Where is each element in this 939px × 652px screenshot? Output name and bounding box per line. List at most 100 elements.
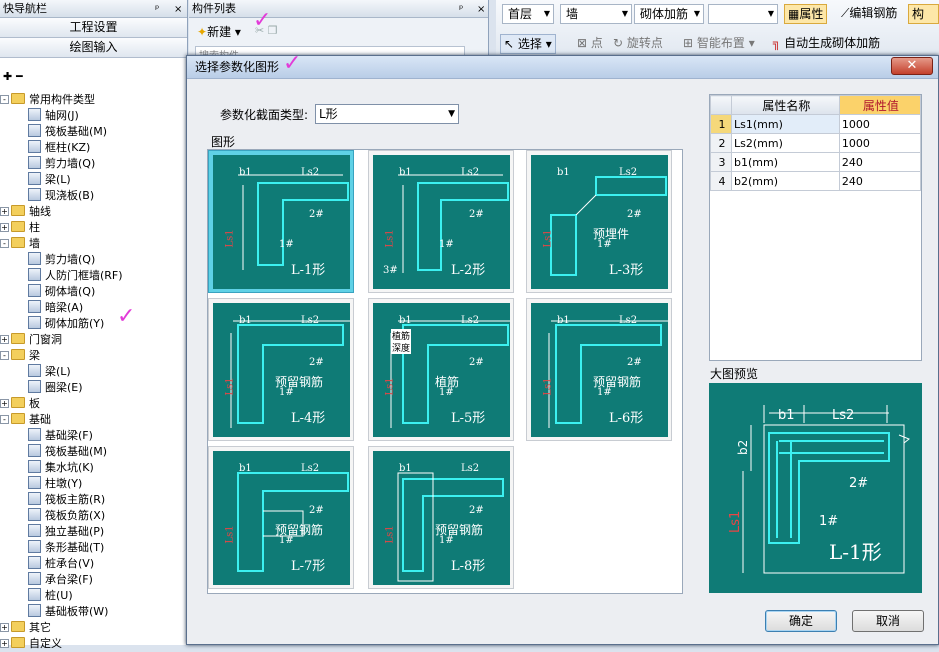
header-corner [710,95,732,115]
tree-item[interactable]: 筏板主筋(R) [28,492,105,508]
large-preview: b1 Ls2 b2 Ls1 2# 1# L-1形 [709,383,922,593]
section-type-select[interactable]: L形 ▼ [315,104,459,124]
point-button[interactable]: ⊠ 点 [574,34,606,54]
shape-thumbnail[interactable]: b1 Ls2 Ls1 1# 2# L-1形 [208,150,354,293]
tree-folder[interactable]: - 常用构件类型 [0,92,95,108]
close-icon[interactable]: × [477,1,485,19]
shape-thumbnail[interactable]: b1 Ls2 Ls1 1# 2# 植筋 L-5形 植筋 深度 [368,298,514,441]
project-settings-button[interactable]: 工程设置 [0,18,187,38]
tree-folder[interactable]: + 柱 [0,220,40,236]
tree-item[interactable]: 梁(L) [28,364,71,380]
select-label: 选择 [517,37,542,51]
tree-item[interactable]: 砌体加筋(Y) [28,316,104,332]
property-name-cell: Ls1(mm) [731,114,840,134]
property-row[interactable]: 1 Ls1(mm) 1000 [710,114,922,134]
shape-diagram [390,320,510,428]
property-value-cell[interactable]: 240 [838,152,922,172]
ok-button[interactable]: 确定 [765,610,837,632]
expand-collapse-icon[interactable]: ✚ ━ [3,70,23,83]
pin-icon[interactable]: ᵖ [459,1,463,19]
tree-folder[interactable]: -墙 [0,236,40,252]
property-row[interactable]: 4 b2(mm) 240 [710,171,922,191]
tree-folder[interactable]: -梁 [0,348,40,364]
shape-thumbnail[interactable]: b1 Ls2 Ls1 1# 2# 预留钢筋 L-7形 [208,446,354,589]
floor-select[interactable]: 首层 ▼ [502,4,554,24]
tree-item[interactable]: 框柱(KZ) [28,140,90,156]
component-icon [28,172,41,185]
property-value-cell[interactable]: 1000 [838,133,922,153]
expand-icon[interactable]: + [0,639,9,648]
collapse-icon[interactable]: - [0,95,9,104]
component-button[interactable]: 构 [908,4,939,24]
tree-folder[interactable]: + 自定义 [0,636,62,652]
tree-item[interactable]: 暗梁(A) [28,300,83,316]
tree-item[interactable]: 现浇板(B) [28,188,94,204]
property-value-cell[interactable]: 240 [838,171,922,191]
expand-icon[interactable]: + [0,207,9,216]
tree-item[interactable]: 集水坑(K) [28,460,94,476]
expand-icon[interactable]: + [0,623,9,632]
tree-item[interactable]: 基础板带(W) [28,604,108,620]
tree-label: 基础 [29,413,51,426]
tree-item[interactable]: 剪力墙(Q) [28,156,95,172]
tree-folder[interactable]: + 轴线 [0,204,51,220]
type-select[interactable]: 砌体加筋 ▼ [634,4,704,24]
tree-item[interactable]: 独立基础(P) [28,524,104,540]
rebar-label-1: 1# [279,239,294,250]
close-icon[interactable]: × [174,1,182,19]
new-component-button[interactable]: ✦新建 ▾ [197,22,241,42]
collapse-icon[interactable]: - [0,415,9,424]
tree-item[interactable]: 轴网(J) [28,108,79,124]
shape-drawing: b1 Ls2 Ls1 1# 2# 预留钢筋 L-6形 [531,303,668,437]
tree-item[interactable]: 砌体墙(Q) [28,284,95,300]
tree-item[interactable]: 梁(L) [28,172,71,188]
collapse-icon[interactable]: - [0,351,9,360]
tree-folder[interactable]: + 板 [0,396,40,412]
tree-item[interactable]: 筏板负筋(X) [28,508,105,524]
select-button[interactable]: ↖ 选择 ▾ [500,34,556,54]
tree-item[interactable]: 圈梁(E) [28,380,83,396]
expand-icon[interactable]: + [0,335,9,344]
shape-grid: b1 Ls2 Ls1 1# 2# L-1形 b1 Ls2 Ls1 1# 2# L-2形 3# b1 Ls2 L… [207,149,683,594]
component-icon [28,572,41,585]
property-value-cell[interactable]: 1000 [838,114,922,134]
collapse-icon[interactable]: - [0,239,9,248]
rotate-point-button[interactable]: ↻ 旋转点 [610,34,666,54]
expand-icon[interactable]: + [0,399,9,408]
rebar-label-2: 2# [309,209,324,220]
edit-rebar-button[interactable]: ⟋编辑钢筋 [838,4,900,24]
tree-folder[interactable]: + 门窗洞 [0,332,62,348]
tree-folder[interactable]: - 基础 [0,412,51,428]
tree-item[interactable]: 人防门框墙(RF) [28,268,123,284]
tree-label: 墙 [29,237,40,250]
component-select[interactable]: ▼ [708,4,778,24]
tree-item[interactable]: 柱墩(Y) [28,476,82,492]
auto-generate-button[interactable]: ╗ 自动生成砌体加筋 [770,34,883,54]
property-row[interactable]: 3 b1(mm) 240 [710,152,922,172]
shape-thumbnail[interactable]: b1 Ls2 Ls1 1# 2# 预埋件 L-3形 [526,150,672,293]
shape-thumbnail[interactable]: b1 Ls2 Ls1 1# 2# 预留钢筋 L-4形 [208,298,354,441]
shape-thumbnail[interactable]: b1 Ls2 Ls1 1# 2# 预留钢筋 L-6形 [526,298,672,441]
pin-icon[interactable]: ᵖ [155,1,159,19]
expand-icon[interactable]: + [0,223,9,232]
tree-item[interactable]: 承台梁(F) [28,572,93,588]
dialog-close-button[interactable]: ✕ [891,57,933,75]
shape-thumbnail[interactable]: b1 Ls2 Ls1 1# 2# L-2形 3# [368,150,514,293]
tree-item[interactable]: 基础梁(F) [28,428,93,444]
property-row[interactable]: 2 Ls2(mm) 1000 [710,133,922,153]
tree-item[interactable]: 条形基础(T) [28,540,104,556]
cancel-button[interactable]: 取消 [852,610,924,632]
tree-item[interactable]: 桩(U) [28,588,73,604]
tree-item[interactable]: 筏板基础(M) [28,444,107,460]
component-icon [28,300,41,313]
component-icon [28,124,41,137]
shape-thumbnail[interactable]: b1 Ls2 Ls1 1# 2# 预留钢筋 L-8形 [368,446,514,589]
tree-folder[interactable]: + 其它 [0,620,51,636]
smart-layout-button[interactable]: ⊞ 智能布置 ▾ [680,34,758,54]
drawing-input-button[interactable]: 绘图输入 [0,38,187,58]
tree-item[interactable]: 筏板基础(M) [28,124,107,140]
category-select[interactable]: 墙 ▼ [560,4,632,24]
tree-item[interactable]: 剪力墙(Q) [28,252,95,268]
tree-item[interactable]: 桩承台(V) [28,556,94,572]
properties-button[interactable]: ▦属性 [784,4,828,24]
